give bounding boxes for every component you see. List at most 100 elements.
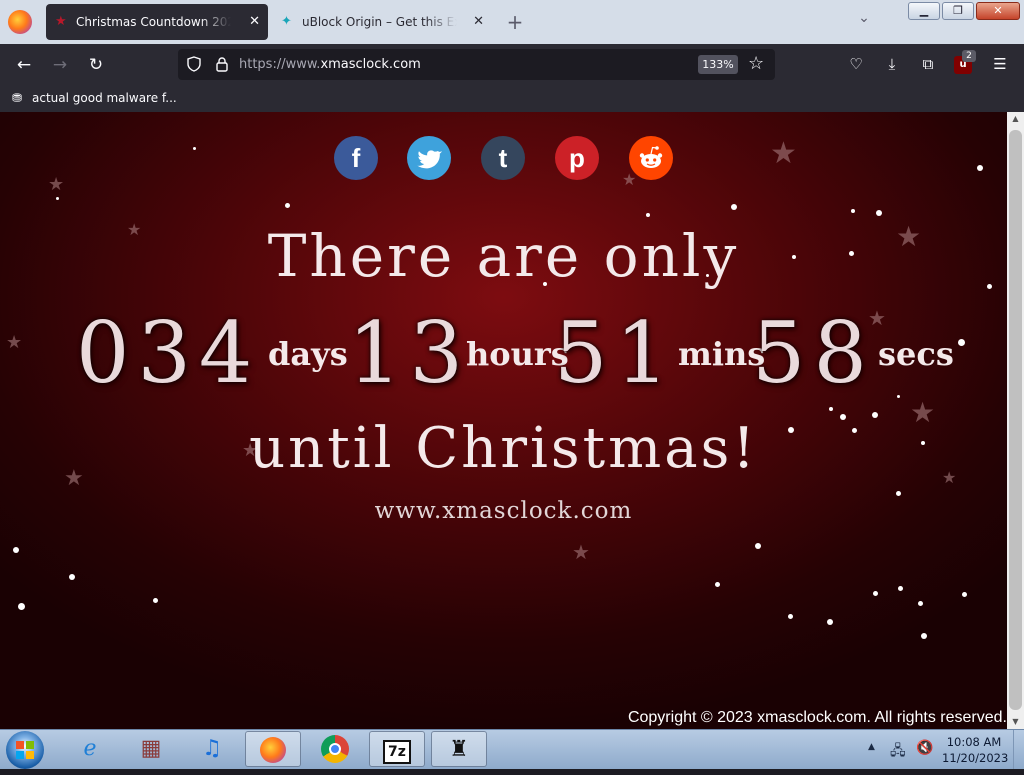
bookmarks-toolbar: ⛃ actual good malware f... — [0, 85, 1024, 112]
url-text[interactable]: https://www.xmasclock.com — [239, 49, 421, 80]
snow-dot — [898, 586, 903, 591]
taskbar-internet-explorer-icon[interactable]: ℯ — [62, 731, 118, 767]
address-bar[interactable]: https://www.xmasclock.com 133% ☆ — [178, 49, 775, 80]
snow-dot — [646, 213, 650, 217]
secs-label: secs — [878, 335, 954, 373]
snow-dot — [962, 592, 967, 597]
snow-dot — [731, 204, 737, 210]
background-star-icon: ★ — [48, 174, 65, 195]
copyright-text: Copyright © 2023 xmasclock.com. All righ… — [627, 709, 1007, 726]
snow-dot — [755, 543, 761, 549]
days-label: days — [268, 335, 348, 373]
zoom-level-button[interactable]: 133% — [698, 55, 738, 74]
system-tray: ▲ 🖧 🔇 10:08 AM 11/20/2023 — [866, 730, 1016, 769]
reddit-alien-icon — [639, 146, 663, 168]
clock-time: 10:08 AM — [946, 735, 1002, 749]
snow-dot — [827, 619, 833, 625]
puzzle-favicon-icon: ✦ — [281, 14, 292, 29]
close-tab-icon[interactable]: ✕ — [473, 4, 484, 40]
clock-date: 11/20/2023 — [942, 751, 1009, 765]
close-tab-icon[interactable]: ✕ — [249, 4, 260, 40]
extensions-puzzle-icon[interactable]: ⧉ — [916, 52, 940, 76]
pinterest-share-button[interactable]: p — [555, 136, 599, 180]
scroll-up-arrow-icon[interactable]: ▲ — [1007, 112, 1024, 126]
list-all-tabs-chevron-icon[interactable]: ⌄ — [854, 10, 874, 34]
star-favicon-icon: ★ — [55, 14, 67, 29]
mins-digits: 51 — [554, 304, 677, 402]
forward-button[interactable]: → — [47, 52, 73, 78]
window-controls: ▁ ❐ ✕ — [908, 2, 1020, 20]
taskbar-unknown-app-button[interactable]: ♜ — [431, 731, 487, 767]
countdown-display: 034 days 13 hours 51 mins 58 secs — [0, 307, 1007, 399]
snow-dot — [918, 601, 923, 606]
snow-dot — [13, 547, 19, 553]
start-button[interactable] — [6, 731, 44, 769]
windows-taskbar: ℯ ▦ ♫ 7z ♜ ▲ 🖧 🔇 10:08 AM 11/20/2023 — [0, 729, 1024, 769]
bookmark-label: actual good malware f... — [32, 91, 177, 105]
reddit-share-button[interactable] — [629, 136, 673, 180]
facebook-icon: f — [351, 143, 361, 173]
tumblr-icon: t — [498, 143, 508, 173]
snow-dot — [56, 197, 59, 200]
new-tab-button[interactable]: + — [504, 8, 526, 36]
twitter-share-button[interactable] — [407, 136, 451, 180]
taskbar-7zip-button[interactable]: 7z — [369, 731, 425, 767]
bookmark-item[interactable]: ⛃ actual good malware f... — [12, 90, 177, 107]
snow-dot — [876, 210, 882, 216]
lock-icon[interactable] — [214, 56, 230, 72]
scroll-down-arrow-icon[interactable]: ▼ — [1007, 715, 1024, 729]
snow-dot — [193, 147, 196, 150]
firefox-icon — [260, 737, 286, 763]
tracking-protection-shield-icon[interactable] — [186, 56, 202, 72]
snow-dot — [18, 603, 25, 610]
taskbar-archive-app-icon[interactable]: ▦ — [123, 731, 179, 767]
close-window-button[interactable]: ✕ — [976, 2, 1020, 20]
bookmark-star-icon[interactable]: ☆ — [748, 53, 764, 75]
tab-ublock-origin[interactable]: ✦ uBlock Origin – Get this Extensi ✕ — [272, 4, 492, 40]
download-icon[interactable]: ⤓ — [880, 52, 904, 76]
taskbar-firefox-button[interactable] — [245, 731, 301, 767]
twitter-bird-icon — [417, 150, 442, 169]
show-desktop-button[interactable] — [1013, 730, 1024, 769]
maximize-button[interactable]: ❐ — [942, 2, 974, 20]
secs-digits: 58 — [752, 304, 875, 402]
facebook-share-button[interactable]: f — [334, 136, 378, 180]
reload-button[interactable]: ↻ — [83, 52, 109, 78]
taskbar-chrome-button[interactable] — [307, 731, 363, 767]
navigation-toolbar: ← → ↻ https://www.xmasclock.com 133% ☆ ♡… — [0, 44, 1024, 85]
tab-christmas-countdown[interactable]: ★ Christmas Countdown 2023 - Fi ✕ — [46, 4, 268, 40]
tab-bar: ★ Christmas Countdown 2023 - Fi ✕ ✦ uBlo… — [0, 0, 1024, 44]
snow-dot — [896, 491, 901, 496]
system-clock[interactable]: 10:08 AM 11/20/2023 — [942, 734, 1009, 766]
url-prefix: https://www. — [239, 57, 321, 72]
pocket-icon[interactable]: ♡ — [844, 52, 868, 76]
windows-logo-icon — [16, 741, 34, 759]
hamburger-menu-icon[interactable]: ☰ — [988, 52, 1012, 76]
tumblr-share-button[interactable]: t — [481, 136, 525, 180]
network-icon[interactable]: 🖧 — [890, 740, 906, 764]
chrome-icon — [321, 735, 349, 763]
webpage-content: ★ ★ ★ ★ ★ ★ ★ ★ ★ ★ ★ ★ f t p There are … — [0, 112, 1007, 729]
snow-dot — [873, 591, 878, 596]
taskbar-itunes-icon[interactable]: ♫ — [184, 731, 240, 767]
url-domain: xmasclock.com — [320, 57, 421, 72]
snow-dot — [788, 614, 793, 619]
scrollbar-thumb[interactable] — [1009, 130, 1022, 710]
show-hidden-icons-arrow-icon[interactable]: ▲ — [868, 742, 875, 752]
headline-there-are-only: There are only — [267, 222, 740, 290]
snow-dot — [69, 574, 75, 580]
page-scrollbar[interactable]: ▲ ▼ — [1007, 112, 1024, 729]
minimize-button[interactable]: ▁ — [908, 2, 940, 20]
volume-muted-icon[interactable]: 🔇 — [916, 740, 933, 756]
snow-dot — [977, 165, 983, 171]
firefox-menu-icon[interactable] — [8, 10, 32, 34]
snow-dot — [715, 582, 720, 587]
snow-dot — [153, 598, 158, 603]
tab-title: Christmas Countdown 2023 - Fi — [76, 15, 231, 29]
background-star-icon: ★ — [770, 136, 797, 171]
snow-dot — [921, 633, 927, 639]
days-digits: 034 — [76, 304, 261, 402]
tab-title: uBlock Origin – Get this Extensi — [302, 15, 457, 29]
snow-dot — [285, 203, 290, 208]
back-button[interactable]: ← — [11, 52, 37, 78]
